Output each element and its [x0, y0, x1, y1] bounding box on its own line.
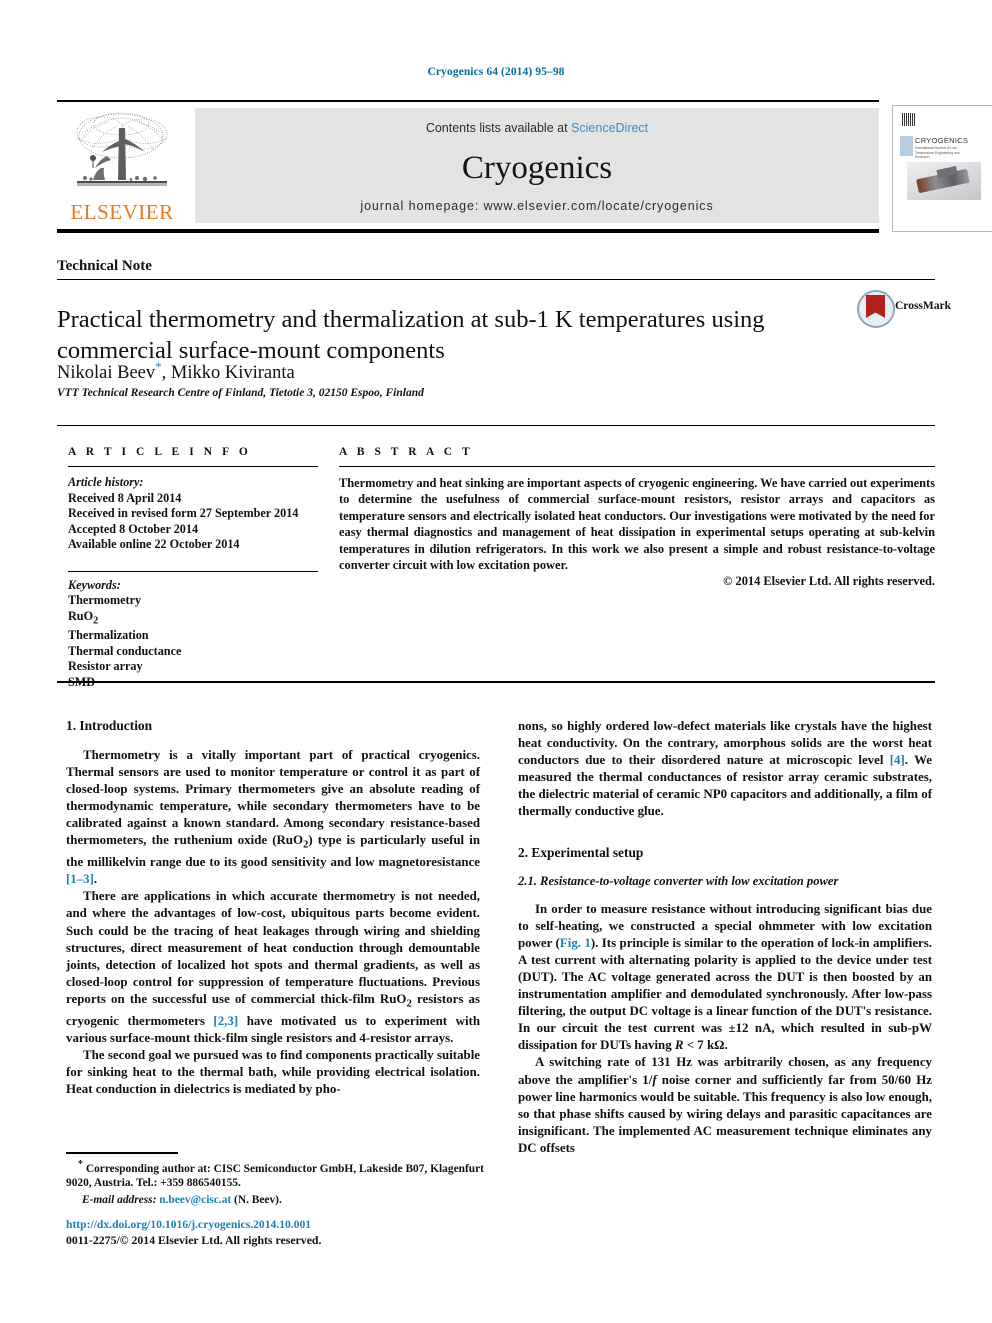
citation-link-2-3[interactable]: [2,3]: [213, 1014, 238, 1028]
journal-article-page: Cryogenics 64 (2014) 95–98 ELSEVIER Cont…: [0, 0, 992, 1323]
info-block-bottom-rule: [57, 681, 935, 683]
italic-symbol-R: R: [674, 1038, 684, 1053]
citation-link-4[interactable]: [4]: [890, 753, 905, 767]
paragraph-text: There are applications in which accurate…: [66, 889, 480, 1006]
masthead-bottom-rule: [57, 229, 879, 233]
paragraph-intro-3: The second goal we pursued was to find c…: [66, 1047, 480, 1096]
keyword-item: Thermal conductance: [68, 643, 182, 658]
info-block-top-rule: [57, 425, 935, 426]
paragraph-intro-2: There are applications in which accurate…: [66, 888, 480, 1046]
doi-link[interactable]: http://dx.doi.org/10.1016/j.cryogenics.2…: [66, 1218, 484, 1233]
abstract-text: Thermometry and heat sinking are importa…: [339, 476, 935, 573]
section-heading-2: 2. Experimental setup: [518, 844, 644, 860]
corresponding-author-text: Corresponding author at: CISC Semiconduc…: [66, 1162, 484, 1190]
article-title: Practical thermometry and thermalization…: [57, 306, 765, 365]
paragraph-text: < 7 kΩ.: [683, 1038, 728, 1053]
abstract-heading: A B S T R A C T: [339, 446, 474, 458]
subsection-heading-2-1: 2.1. Resistance-to-voltage converter wit…: [518, 873, 839, 888]
elsevier-logo: ELSEVIER: [63, 108, 181, 226]
email-label: E-mail address:: [82, 1193, 157, 1206]
email-note: E-mail address: n.beev@cisc.at (N. Beev)…: [66, 1193, 484, 1208]
journal-cover-thumbnail[interactable]: CRYOGENICS International Journal of Low …: [892, 105, 992, 232]
contents-available-line: Contents lists available at ScienceDirec…: [195, 121, 879, 135]
author-primary: Nikolai Beev: [57, 363, 156, 384]
journal-homepage-link[interactable]: journal homepage: www.elsevier.com/locat…: [195, 199, 879, 213]
abstract-rule: [339, 466, 935, 467]
article-history-block: Article history: Received 8 April 2014 R…: [68, 475, 318, 553]
doctype-rule: [57, 279, 935, 280]
author-secondary: , Mikko Kiviranta: [161, 363, 295, 384]
history-item: Available online 22 October 2014: [68, 537, 240, 551]
paragraph-text: nons, so highly ordered low-defect mater…: [518, 719, 932, 768]
citation-link-1-3[interactable]: [1–3]: [66, 872, 94, 886]
paragraph-text: .: [93, 872, 98, 887]
crossmark-badge[interactable]: CrossMark: [857, 288, 951, 328]
author-list: Nikolai Beev*, Mikko Kiviranta: [57, 359, 797, 384]
crossmark-icon: [857, 290, 895, 328]
paragraph-setup-1: In order to measure resistance without i…: [518, 901, 932, 1055]
history-item: Received in revised form 27 September 20…: [68, 506, 299, 520]
cover-color-block: [900, 136, 913, 156]
email-link[interactable]: n.beev@cisc.at: [159, 1194, 231, 1206]
keyword-item: Thermometry: [68, 593, 142, 607]
cover-subtitle: International Journal of Low Temperature…: [915, 146, 960, 160]
keyword-item: Resistor array: [68, 659, 143, 674]
paragraph-intro-3-continued: nons, so highly ordered low-defect mater…: [518, 718, 932, 821]
paragraph-setup-2: A switching rate of 131 Hz was arbitrari…: [518, 1054, 932, 1157]
cover-title: CRYOGENICS: [915, 136, 969, 145]
running-head: Cryogenics 64 (2014) 95–98: [427, 66, 565, 78]
footnote-star-marker: *: [78, 1159, 83, 1170]
cover-photo: [907, 162, 981, 200]
keywords-block: Keywords: Thermometry RuO2 Thermalizatio…: [68, 578, 318, 691]
sciencedirect-link[interactable]: ScienceDirect: [571, 121, 648, 135]
author-affiliation: VTT Technical Research Centre of Finland…: [57, 387, 424, 399]
footnote-block: * Corresponding author at: CISC Semicond…: [66, 1158, 484, 1208]
journal-band: Contents lists available at ScienceDirec…: [195, 108, 879, 223]
body-column-left: 1. Introduction Thermometry is a vitally…: [66, 718, 480, 1098]
keyword-item: RuO2: [68, 608, 99, 626]
email-suffix: (N. Beev).: [234, 1193, 282, 1206]
keywords-label: Keywords:: [68, 577, 121, 592]
paragraph-intro-1: Thermometry is a vitally important part …: [66, 747, 480, 888]
article-info-heading: A R T I C L E I N F O: [68, 446, 252, 458]
footnote-rule: [66, 1152, 178, 1154]
figure-link-fig1[interactable]: Fig. 1: [560, 936, 591, 950]
cover-barcode-icon: [902, 113, 915, 126]
corresponding-author-note: * Corresponding author at: CISC Semicond…: [66, 1158, 484, 1191]
paragraph-text: ). Its principle is similar to the opera…: [518, 935, 933, 1053]
issn-copyright-line: 0011-2275/© 2014 Elsevier Ltd. All right…: [66, 1233, 322, 1247]
section-heading-1: 1. Introduction: [66, 718, 153, 733]
contents-prefix: Contents lists available at: [425, 121, 568, 135]
abstract-copyright: © 2014 Elsevier Ltd. All rights reserved…: [723, 574, 935, 589]
article-info-rule: [68, 466, 318, 467]
history-item: Received 8 April 2014: [68, 490, 182, 505]
masthead-top-rule: [57, 100, 879, 102]
article-type: Technical Note: [57, 258, 152, 274]
abstract-column: A B S T R A C T Thermometry and heat sin…: [339, 446, 935, 589]
article-info-column: A R T I C L E I N F O Article history: R…: [68, 446, 318, 690]
journal-masthead: ELSEVIER Contents lists available at Sci…: [57, 100, 992, 233]
body-column-right: nons, so highly ordered low-defect mater…: [518, 718, 932, 1157]
article-history-label: Article history:: [68, 475, 144, 489]
history-item: Accepted 8 October 2014: [68, 521, 199, 536]
crossmark-label: CrossMark: [895, 300, 952, 312]
elsevier-tree-icon: [76, 112, 168, 186]
journal-name: Cryogenics: [461, 150, 613, 186]
keyword-item: Thermalization: [68, 628, 149, 643]
keywords-rule: [68, 570, 318, 572]
elsevier-wordmark: ELSEVIER: [70, 200, 174, 224]
